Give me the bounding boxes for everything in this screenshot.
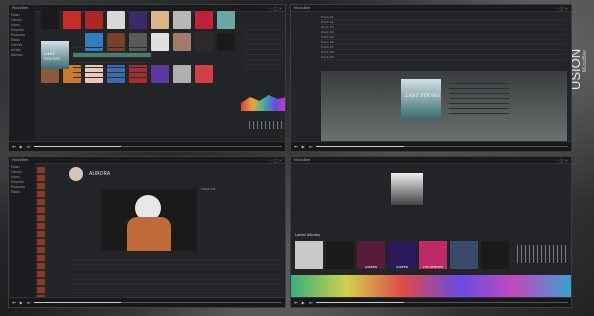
- now-playing-cover-title: LAST YOUNG: [405, 93, 441, 99]
- artist-thumb-column[interactable]: [37, 167, 45, 297]
- album-cover[interactable]: [173, 11, 191, 29]
- artist-name: AURORA: [89, 171, 111, 177]
- play-button[interactable]: ▶: [20, 144, 23, 149]
- queue-list[interactable]: [245, 25, 283, 70]
- album-cover[interactable]: [195, 65, 213, 83]
- window-album-view[interactable]: MusicBee – □ × Track 01 Track 02 Track 03 Tr…: [290, 4, 572, 152]
- window-library[interactable]: MusicBee – □ × Music Library Inbox Playlists…: [8, 4, 286, 152]
- track-row[interactable]: Track 09: [321, 55, 567, 60]
- player-bar[interactable]: ⏮ ▶ ⏭: [291, 141, 571, 151]
- album-tile[interactable]: LOREEN: [388, 241, 416, 269]
- window-controls[interactable]: – □ ×: [556, 158, 568, 163]
- title-bar[interactable]: MusicBee – □ ×: [291, 5, 571, 12]
- progress-bar[interactable]: [316, 302, 568, 303]
- next-button[interactable]: ⏭: [309, 300, 313, 305]
- window-controls[interactable]: – □ ×: [556, 6, 568, 11]
- album-art-large[interactable]: LAST YOUNG: [41, 41, 69, 69]
- album-cover[interactable]: [217, 33, 235, 51]
- prev-button[interactable]: ⏮: [294, 300, 298, 305]
- album-tile[interactable]: [326, 241, 354, 269]
- next-button[interactable]: ⏭: [309, 144, 313, 149]
- album-tile[interactable]: LOREEN: [357, 241, 385, 269]
- spectrum-visualizer: [241, 95, 285, 111]
- album-cover[interactable]: [85, 11, 103, 29]
- next-button[interactable]: ⏭: [27, 144, 31, 149]
- prev-button[interactable]: ⏮: [12, 300, 16, 305]
- window-now-playing[interactable]: MusicBee – □ × Latest Albums LOREEN LOREEN…: [290, 156, 572, 308]
- track-table[interactable]: Track 01 Track 02 Track 03 Track 04 Track 05…: [321, 15, 567, 60]
- album-cover[interactable]: [151, 11, 169, 29]
- window-controls[interactable]: – □ ×: [270, 6, 282, 11]
- album-cover[interactable]: [173, 65, 191, 83]
- sidebar[interactable]: Music Library Inbox Playlists Podcasts Radio: [9, 163, 35, 297]
- album-tile[interactable]: [481, 241, 509, 269]
- album-cover[interactable]: [107, 11, 125, 29]
- sidebar-item[interactable]: Radio: [11, 190, 33, 195]
- album-cover[interactable]: [173, 33, 191, 51]
- album-tile[interactable]: THE REMIXES: [419, 241, 447, 269]
- play-button[interactable]: ▶: [20, 300, 23, 305]
- album-cover[interactable]: [129, 11, 147, 29]
- progress-bar[interactable]: [316, 146, 568, 147]
- window-controls[interactable]: – □ ×: [270, 158, 282, 163]
- artist-track-list[interactable]: [71, 255, 281, 290]
- album-art-title: LAST YOUNG: [44, 51, 60, 61]
- latest-albums[interactable]: LOREEN LOREEN THE REMIXES: [295, 241, 509, 269]
- album-cover[interactable]: [151, 33, 169, 51]
- artist-about: Artist info: [201, 187, 216, 191]
- album-cover[interactable]: [195, 11, 213, 29]
- section-title: Latest Albums: [295, 233, 320, 237]
- progress-bar[interactable]: [34, 302, 282, 303]
- spectrum-visualizer: [291, 275, 571, 297]
- artist-avatar: [69, 167, 83, 181]
- prev-button[interactable]: ⏮: [12, 144, 16, 149]
- prev-button[interactable]: ⏮: [294, 144, 298, 149]
- player-bar[interactable]: ⏮ ▶ ⏭: [9, 141, 285, 151]
- album-cover[interactable]: [41, 11, 59, 29]
- now-playing-cover: [391, 173, 423, 205]
- title-bar[interactable]: MusicBee – □ ×: [9, 157, 285, 164]
- album-cover[interactable]: [63, 11, 81, 29]
- album-cover[interactable]: [217, 11, 235, 29]
- next-button[interactable]: ⏭: [27, 300, 31, 305]
- sidebar[interactable]: Music Library Inbox Playlists Podcasts Radio G…: [9, 11, 35, 141]
- window-title: MusicBee: [12, 158, 29, 162]
- window-title: MusicBee: [294, 6, 311, 10]
- window-title: MusicBee: [12, 6, 29, 10]
- player-bar[interactable]: ⏮ ▶ ⏭: [9, 297, 285, 307]
- album-tile[interactable]: [295, 241, 323, 269]
- equalizer[interactable]: [517, 245, 567, 263]
- player-bar[interactable]: ⏮ ▶ ⏭: [291, 297, 571, 307]
- window-artist-view[interactable]: MusicBee – □ × Music Library Inbox Playlists…: [8, 156, 286, 308]
- brand-sub: MusicBee: [582, 50, 588, 72]
- now-playing-tracks: [449, 79, 509, 114]
- artist-photo: [101, 189, 197, 251]
- album-tile[interactable]: [450, 241, 478, 269]
- album-cover[interactable]: [195, 33, 213, 51]
- play-button[interactable]: ▶: [302, 144, 305, 149]
- sidebar-item[interactable]: Albums: [11, 53, 33, 58]
- now-playing-cover: LAST YOUNG: [401, 79, 441, 119]
- play-button[interactable]: ▶: [302, 300, 305, 305]
- title-bar[interactable]: MusicBee – □ ×: [291, 157, 571, 164]
- track-list[interactable]: [73, 43, 151, 78]
- album-cover[interactable]: [151, 65, 169, 83]
- now-playing-panel: LAST YOUNG: [321, 71, 567, 141]
- window-title: MusicBee: [294, 158, 311, 162]
- progress-bar[interactable]: [34, 146, 282, 147]
- equalizer[interactable]: [249, 121, 283, 129]
